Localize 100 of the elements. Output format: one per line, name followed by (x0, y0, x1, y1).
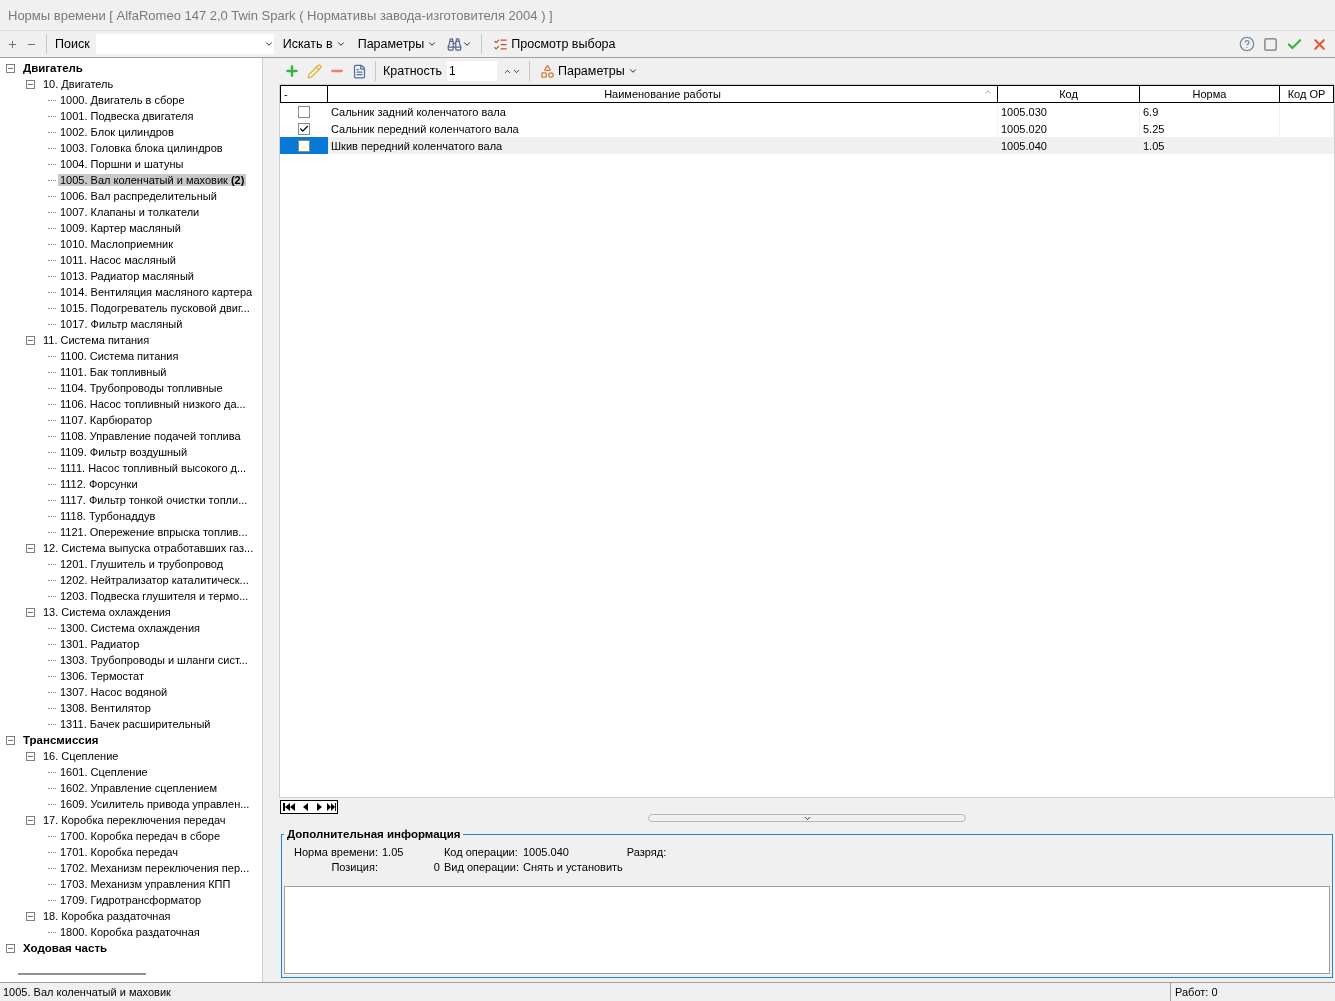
tree-item[interactable]: 1112. Форсунки (58, 478, 140, 490)
table-cell: 1005.040 (998, 137, 1140, 154)
tree-item[interactable]: 1308. Вентилятор (58, 702, 153, 714)
collapse-icon[interactable] (26, 607, 35, 617)
tree-item[interactable]: 1800. Коробка раздаточная (58, 926, 202, 938)
column-header[interactable]: - (280, 85, 328, 103)
tree-item[interactable]: 1003. Головка блока цилиндров (58, 142, 225, 154)
notes-field[interactable] (284, 886, 1330, 974)
collapse-icon[interactable] (26, 543, 35, 553)
tree-item[interactable]: 12. Система выпуска отработавших газ... (41, 542, 256, 554)
tree-item[interactable]: 1702. Механизм переключения пер... (58, 862, 252, 874)
collapse-icon[interactable] (26, 79, 35, 89)
tree-item[interactable]: 11. Система питания (41, 334, 152, 346)
tree-item[interactable]: 1111. Насос топливный высокого д... (58, 462, 249, 474)
tree-item[interactable]: 1121. Опережение впрыска топлив... (58, 526, 250, 538)
view-selection-button[interactable]: Просмотр выбора (490, 34, 619, 54)
tree-item[interactable]: 1601. Сцепление (58, 766, 150, 778)
tree-item[interactable]: 1006. Вал распределительный (58, 190, 219, 202)
column-header[interactable]: Норма (1140, 85, 1280, 103)
table-cell: Шкив передний коленчатого вала (328, 137, 998, 154)
tree-item[interactable]: 1301. Радиатор (58, 638, 142, 650)
record-navigator[interactable] (280, 800, 338, 814)
tree-item[interactable]: 1001. Подвеска двигателя (58, 110, 196, 122)
collapse-icon[interactable] (26, 335, 35, 345)
document-icon[interactable] (351, 62, 368, 80)
tree-item[interactable]: 1000. Двигатель в сборе (58, 94, 187, 106)
tree-item[interactable]: 1117. Фильтр тонкой очистки топли... (58, 494, 250, 506)
tree-item[interactable]: 1202. Нейтрализатор каталитическ... (58, 574, 251, 586)
tree-item[interactable]: Двигатель (21, 62, 85, 74)
search-label: Поиск (55, 37, 90, 51)
collapse-icon[interactable] (6, 63, 15, 73)
tree-item[interactable]: 1010. Маслоприемник (58, 238, 176, 250)
op-kind-label: Вид операции: (443, 861, 519, 875)
caret-icon (335, 39, 346, 49)
caret-icon[interactable] (263, 39, 274, 49)
collapse-icon[interactable] (6, 943, 15, 953)
tree-item[interactable]: 1002. Блок цилиндров (58, 126, 176, 138)
row-checkbox[interactable] (298, 122, 310, 135)
help-icon[interactable] (1238, 35, 1256, 53)
tree-item[interactable]: 1014. Вентиляция масляного картера (58, 286, 255, 298)
column-header[interactable]: Код ОР (1280, 85, 1334, 103)
multiplicity-label: Кратность (383, 64, 442, 78)
tree-item[interactable]: 1017. Фильтр масляный (58, 318, 185, 330)
tree-item[interactable]: 1009. Картер масляный (58, 222, 183, 234)
tree-item[interactable]: Трансмиссия (21, 734, 101, 746)
tree-item[interactable]: 1107. Карбюратор (58, 414, 155, 426)
section-title: Дополнительная информация (286, 828, 462, 840)
op-code-label: Код операции: (443, 846, 519, 860)
minimize-icon[interactable] (1262, 35, 1279, 53)
tree-item[interactable]: 1703. Механизм управления КПП (58, 878, 233, 890)
tree-item[interactable]: 1013. Радиатор масляный (58, 270, 196, 282)
tree-item[interactable]: 1004. Поршни и шатуны (58, 158, 186, 170)
row-checkbox[interactable] (298, 139, 310, 152)
tree-item[interactable]: 10. Двигатель (41, 78, 116, 90)
tree-item[interactable]: 16. Сцепление (41, 750, 121, 762)
tree-item[interactable]: 17. Коробка переключения передач (41, 814, 228, 826)
column-header[interactable]: Наименование работы (328, 85, 998, 103)
tree-item[interactable]: 1303. Трубопроводы и шланги сист... (58, 654, 250, 666)
tree-item[interactable]: 1109. Фильтр воздушный (58, 446, 190, 458)
tree-item[interactable]: 1609. Усилитель привода управлен... (58, 798, 252, 810)
tree-item[interactable]: 1007. Клапаны и толкатели (58, 206, 202, 218)
tree-item[interactable]: 18. Коробка раздаточная (41, 910, 173, 922)
tree-item[interactable]: 1306. Термостат (58, 670, 146, 682)
tree-item[interactable]: 1106. Насос топливный низкого да... (58, 398, 248, 410)
tree-item[interactable]: 1311. Бачек расширительный (58, 718, 213, 730)
multiplicity-field[interactable]: 1 (447, 61, 497, 81)
checklist-icon (493, 36, 509, 52)
tree-item[interactable]: 1011. Насос масляный (58, 254, 178, 266)
tree-item[interactable]: 13. Система охлаждения (41, 606, 173, 618)
tree-item[interactable]: Ходовая часть (21, 942, 110, 954)
search-in-menu[interactable]: Искать в (279, 35, 349, 53)
column-header[interactable]: Код (998, 85, 1140, 103)
add-icon[interactable] (283, 62, 301, 80)
tree-item[interactable]: 1101. Бак топливный (58, 366, 169, 378)
collapse-icon[interactable] (26, 911, 35, 921)
tree-item[interactable]: 1307. Насос водяной (58, 686, 170, 698)
tree-item[interactable]: 1118. Турбонаддув (58, 510, 158, 522)
tree-item[interactable]: 1015. Подогреватель пусковой двиг... (58, 302, 252, 314)
tree-item[interactable]: 1203. Подвеска глушителя и термо... (58, 590, 251, 602)
tree-item[interactable]: 1602. Управление сцеплением (58, 782, 219, 794)
collapse-icon[interactable] (6, 735, 15, 745)
tree-item[interactable]: 1300. Система охлаждения (58, 622, 203, 634)
binoculars-icon (447, 36, 463, 52)
tree-item[interactable]: 1104. Трубопроводы топливные (58, 382, 225, 394)
tree-item[interactable]: 1700. Коробка передач в сборе (58, 830, 223, 842)
shapes-icon (540, 63, 555, 79)
tree-item[interactable]: 1201. Глушитель и трубопровод (58, 558, 226, 570)
collapse-icon[interactable] (26, 751, 35, 761)
caret-icon (427, 39, 438, 49)
parameters-menu[interactable]: Параметры (537, 61, 641, 81)
scrollbar-thumb[interactable] (18, 973, 146, 975)
row-checkbox[interactable] (298, 105, 310, 118)
tree-item[interactable]: 1100. Система питания (58, 350, 181, 362)
tree-item[interactable]: 1701. Коробка передач (58, 846, 180, 858)
tree-item[interactable]: 1108. Управление подачей топлива (58, 430, 243, 442)
tree-item[interactable]: 1005. Вал коленчатый и маховик (2) (58, 174, 247, 186)
window-title: Нормы времени [ AlfaRomeo 147 2,0 Twin Spark ( Нормативы завода-изготовителя 2004 ) ] (8, 7, 553, 23)
collapse-icon[interactable] (26, 815, 35, 825)
tree-item[interactable]: 1709. Гидротрансформатор (58, 894, 204, 906)
parameters-menu[interactable]: Параметры (354, 35, 441, 53)
